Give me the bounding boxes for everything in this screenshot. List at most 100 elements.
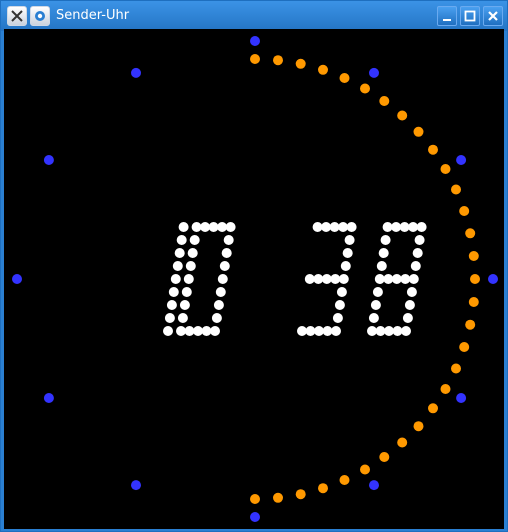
digit-dot: [185, 261, 196, 271]
digit-dot: [330, 274, 341, 284]
digit-dot: [219, 261, 230, 271]
digit-dot: [368, 313, 379, 323]
seconds-dot: [413, 126, 424, 137]
hour-marker: [369, 67, 379, 78]
digit-dot: [376, 261, 387, 271]
digit-dot: [336, 287, 347, 297]
digit-dot: [178, 222, 189, 232]
digit-dot: [215, 287, 226, 297]
seconds-dot: [465, 228, 476, 239]
hour-marker: [250, 36, 260, 46]
digit-dot: [416, 222, 427, 232]
clock-canvas: [12, 36, 498, 522]
digit-dot: [179, 300, 190, 310]
hour-marker: [456, 393, 467, 403]
seconds-dot: [379, 96, 390, 106]
seconds-dot: [459, 342, 470, 352]
title-bar[interactable]: Sender-Uhr: [1, 1, 507, 31]
seconds-dot: [339, 475, 350, 485]
app-menu-icon[interactable]: [7, 6, 27, 26]
x-tools-icon: [11, 10, 23, 22]
digit-dot: [211, 313, 222, 323]
digit-dot: [172, 261, 183, 271]
maximize-icon: [464, 10, 476, 22]
seconds-dot: [295, 58, 306, 69]
digit-dot: [181, 287, 192, 297]
digit-dot: [201, 326, 212, 336]
seconds-dot: [379, 452, 390, 462]
seconds-dot: [360, 83, 370, 94]
seconds-dot: [465, 319, 476, 330]
digit-dot: [410, 261, 421, 271]
pin-button[interactable]: [30, 6, 50, 26]
digit-dot: [221, 248, 232, 258]
digit-dot: [400, 274, 411, 284]
seconds-dot: [318, 64, 328, 75]
seconds-dot: [360, 464, 370, 475]
digit-dot: [183, 274, 194, 284]
pin-icon: [35, 11, 45, 21]
seconds-dot: [250, 54, 260, 64]
seconds-dot: [339, 73, 350, 83]
maximize-button[interactable]: [460, 6, 480, 26]
close-button[interactable]: [483, 6, 503, 26]
digit-dot: [322, 326, 333, 336]
digit-dot: [177, 313, 188, 323]
digit-dot: [168, 287, 179, 297]
digit-dot: [392, 326, 403, 336]
seconds-dot: [397, 110, 408, 121]
digit-dot: [176, 235, 187, 245]
hour-marker: [131, 480, 141, 491]
digit-dot: [404, 300, 415, 310]
hour-marker: [369, 480, 379, 491]
digit-dot: [217, 274, 228, 284]
digit-dot: [187, 248, 198, 258]
minimize-button[interactable]: [437, 6, 457, 26]
hour-marker: [131, 67, 141, 78]
digit-dot: [174, 248, 185, 258]
seconds-dot: [273, 492, 283, 503]
seconds-dot: [413, 421, 424, 432]
digit-dot: [163, 326, 173, 336]
seconds-dot: [428, 403, 438, 414]
digit-dot: [406, 287, 417, 297]
digit-dot: [414, 235, 425, 245]
seconds-dot: [468, 297, 479, 307]
hour-marker: [456, 155, 467, 165]
digit-dot: [380, 235, 391, 245]
hour-marker: [12, 274, 22, 284]
digit-dot: [213, 300, 224, 310]
seconds-dot: [295, 489, 306, 500]
seconds-dot: [397, 437, 408, 448]
digit-dot: [344, 235, 355, 245]
hour-marker: [43, 393, 54, 403]
digit-dot: [342, 248, 353, 258]
digit-dot: [334, 300, 345, 310]
digit-dot: [189, 235, 200, 245]
digit-dot: [402, 313, 413, 323]
seconds-dot: [440, 384, 451, 394]
digit-dot: [412, 248, 423, 258]
seconds-dot: [440, 164, 451, 174]
digit-dot: [372, 287, 383, 297]
digit-dot: [170, 274, 181, 284]
seconds-dot: [428, 144, 438, 155]
clock-face: [4, 29, 504, 529]
digit-dot: [225, 222, 236, 232]
seconds-dot: [250, 494, 260, 504]
digit-dot: [223, 235, 234, 245]
close-icon: [488, 11, 498, 21]
digit-dot: [332, 313, 343, 323]
seconds-dot: [451, 184, 461, 195]
digit-dot: [164, 313, 175, 323]
seconds-dot: [468, 251, 479, 261]
seconds-dot: [459, 206, 470, 216]
hour-marker: [488, 274, 498, 284]
hour-marker: [250, 512, 260, 522]
digit-dot: [346, 222, 357, 232]
seconds-dot: [273, 55, 283, 66]
digit-dot: [370, 300, 381, 310]
digit-dot: [378, 248, 389, 258]
hour-marker: [43, 155, 54, 165]
seconds-dot: [470, 274, 480, 284]
